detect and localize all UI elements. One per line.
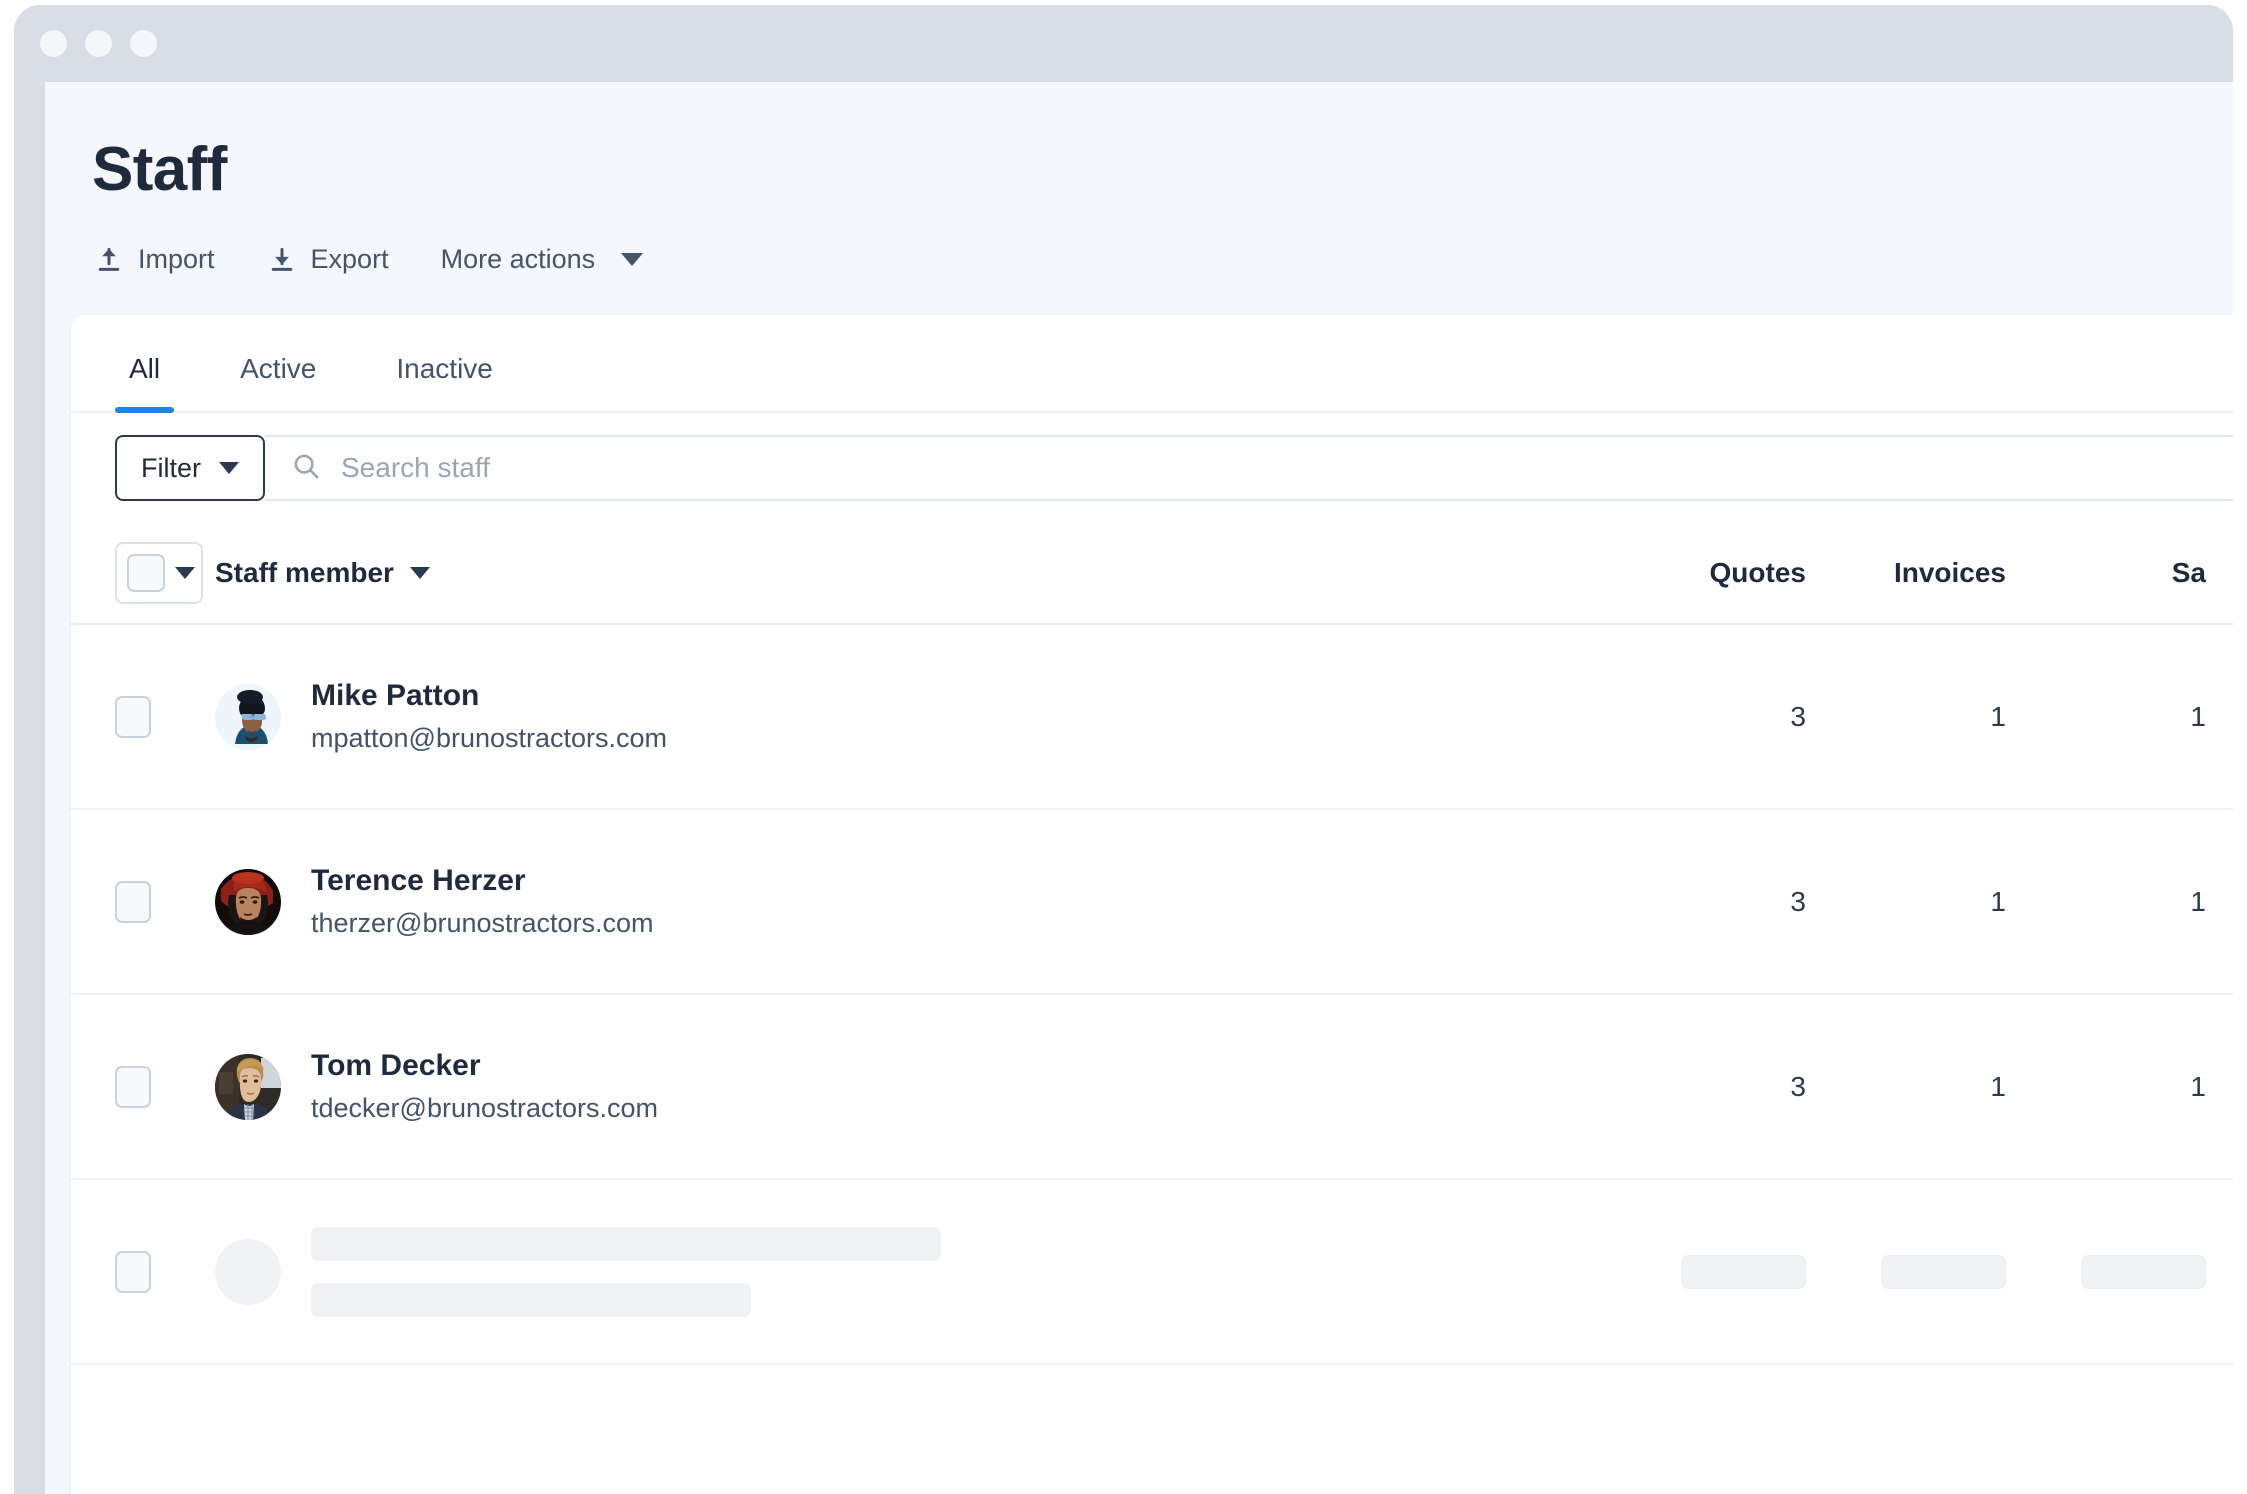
staff-member-cell: Terence Herzer therzer@brunostractors.co… xyxy=(215,862,1606,941)
chevron-down-icon xyxy=(219,462,239,474)
avatar xyxy=(215,683,281,750)
person-info: Mike Patton mpatton@brunostractors.com xyxy=(311,677,667,756)
filter-toolbar: Filter xyxy=(71,413,2233,523)
quotes-column-header: Quotes xyxy=(1709,557,1806,588)
row-checkbox[interactable] xyxy=(115,1065,151,1108)
page-action-bar: Import Export More actions xyxy=(92,240,2233,279)
search-icon xyxy=(291,451,321,486)
row-checkbox[interactable] xyxy=(115,1250,151,1293)
staff-name: Tom Decker xyxy=(311,1049,481,1083)
page-surface: Staff Import Export More actions All Act… xyxy=(45,82,2233,1494)
staff-name: Terence Herzer xyxy=(311,864,526,898)
maximize-dot[interactable] xyxy=(130,30,157,57)
tab-active[interactable]: Active xyxy=(226,353,330,411)
browser-window: Staff Import Export More actions All Act… xyxy=(14,5,2233,1494)
download-icon xyxy=(267,245,297,275)
avatar xyxy=(215,1053,281,1120)
skeleton-bar xyxy=(2081,1254,2206,1289)
staff-member-cell: Mike Patton mpatton@brunostractors.com xyxy=(215,677,1606,756)
select-all-cell xyxy=(115,542,215,604)
sales-value: 1 xyxy=(2190,700,2206,732)
filter-label: Filter xyxy=(141,452,201,483)
window-titlebar xyxy=(14,5,2233,82)
person-info: Terence Herzer therzer@brunostractors.co… xyxy=(311,862,654,941)
table-header-row: Staff member Quotes Invoices Sa xyxy=(71,523,2233,625)
invoices-column-header: Invoices xyxy=(1893,557,2006,588)
quotes-value: 3 xyxy=(1790,700,1806,732)
select-all-checkbox[interactable] xyxy=(127,554,165,592)
staff-email: tdecker@brunostractors.com xyxy=(311,1092,659,1123)
page-title: Staff xyxy=(92,135,227,204)
quotes-value: 3 xyxy=(1790,1070,1806,1102)
skeleton-staff-cell xyxy=(215,1226,1606,1317)
avatar xyxy=(215,868,281,935)
export-button[interactable]: Export xyxy=(265,240,391,279)
staff-email: therzer@brunostractors.com xyxy=(311,907,654,938)
skeleton-bar xyxy=(1681,1254,1806,1289)
close-dot[interactable] xyxy=(40,30,67,57)
quotes-value: 3 xyxy=(1790,885,1806,917)
more-actions-button[interactable]: More actions xyxy=(439,240,646,279)
skeleton-text-lines xyxy=(311,1226,941,1317)
person-info: Tom Decker tdecker@brunostractors.com xyxy=(311,1047,658,1126)
search-field[interactable] xyxy=(265,435,2233,501)
tab-inactive[interactable]: Inactive xyxy=(382,353,507,411)
staff-name: Mike Patton xyxy=(311,679,480,713)
skeleton-bar xyxy=(1881,1254,2006,1289)
chevron-down-icon xyxy=(175,567,195,579)
upload-icon xyxy=(94,245,124,275)
row-checkbox[interactable] xyxy=(115,880,151,923)
import-label: Import xyxy=(138,244,215,275)
staff-member-column-header: Staff member xyxy=(215,557,1606,589)
staff-table: Staff member Quotes Invoices Sa Mike Pat… xyxy=(71,523,2233,1365)
tab-active-label: Active xyxy=(240,353,317,384)
select-all-dropdown[interactable] xyxy=(115,542,203,604)
sales-value: 1 xyxy=(2190,1070,2206,1102)
tab-all-label: All xyxy=(129,353,161,384)
more-actions-label: More actions xyxy=(440,244,596,275)
staff-member-header-label: Staff member xyxy=(215,557,394,588)
minimize-dot[interactable] xyxy=(85,30,112,57)
sales-column-header: Sa xyxy=(2171,557,2206,588)
skeleton-avatar xyxy=(215,1238,281,1305)
export-label: Export xyxy=(310,244,389,275)
staff-email: mpatton@brunostractors.com xyxy=(311,722,668,753)
sort-by-staff-member[interactable]: Staff member xyxy=(215,557,430,589)
staff-member-cell: Tom Decker tdecker@brunostractors.com xyxy=(215,1047,1606,1126)
page-header: Staff Import Export More actions xyxy=(45,82,2233,279)
row-checkbox[interactable] xyxy=(115,695,151,738)
row-select-cell xyxy=(115,695,215,738)
skeleton-sales-cell xyxy=(2006,1254,2206,1289)
tab-bar: All Active Inactive xyxy=(71,315,2233,413)
tab-inactive-label: Inactive xyxy=(396,353,493,384)
table-row[interactable]: Tom Decker tdecker@brunostractors.com 3 … xyxy=(71,995,2233,1180)
table-row[interactable]: Mike Patton mpatton@brunostractors.com 3… xyxy=(71,625,2233,810)
import-button[interactable]: Import xyxy=(92,240,217,279)
skeleton-invoices-cell xyxy=(1806,1254,2006,1289)
row-select-cell xyxy=(115,1250,215,1293)
table-row-skeleton xyxy=(71,1180,2233,1365)
chevron-down-icon xyxy=(621,253,644,267)
tab-all[interactable]: All xyxy=(115,353,175,413)
row-select-cell xyxy=(115,1065,215,1108)
skeleton-line xyxy=(311,1282,751,1317)
invoices-value: 1 xyxy=(1990,700,2006,732)
filter-button[interactable]: Filter xyxy=(115,435,265,501)
invoices-value: 1 xyxy=(1990,1070,2006,1102)
search-input[interactable] xyxy=(341,437,2233,499)
staff-card: All Active Inactive Filter Search staff … xyxy=(71,315,2233,1494)
invoices-value: 1 xyxy=(1990,885,2006,917)
skeleton-quotes-cell xyxy=(1606,1254,1806,1289)
chevron-down-icon xyxy=(409,567,430,579)
row-select-cell xyxy=(115,880,215,923)
sales-value: 1 xyxy=(2190,885,2206,917)
table-row[interactable]: Terence Herzer therzer@brunostractors.co… xyxy=(71,810,2233,995)
skeleton-line xyxy=(311,1226,941,1261)
